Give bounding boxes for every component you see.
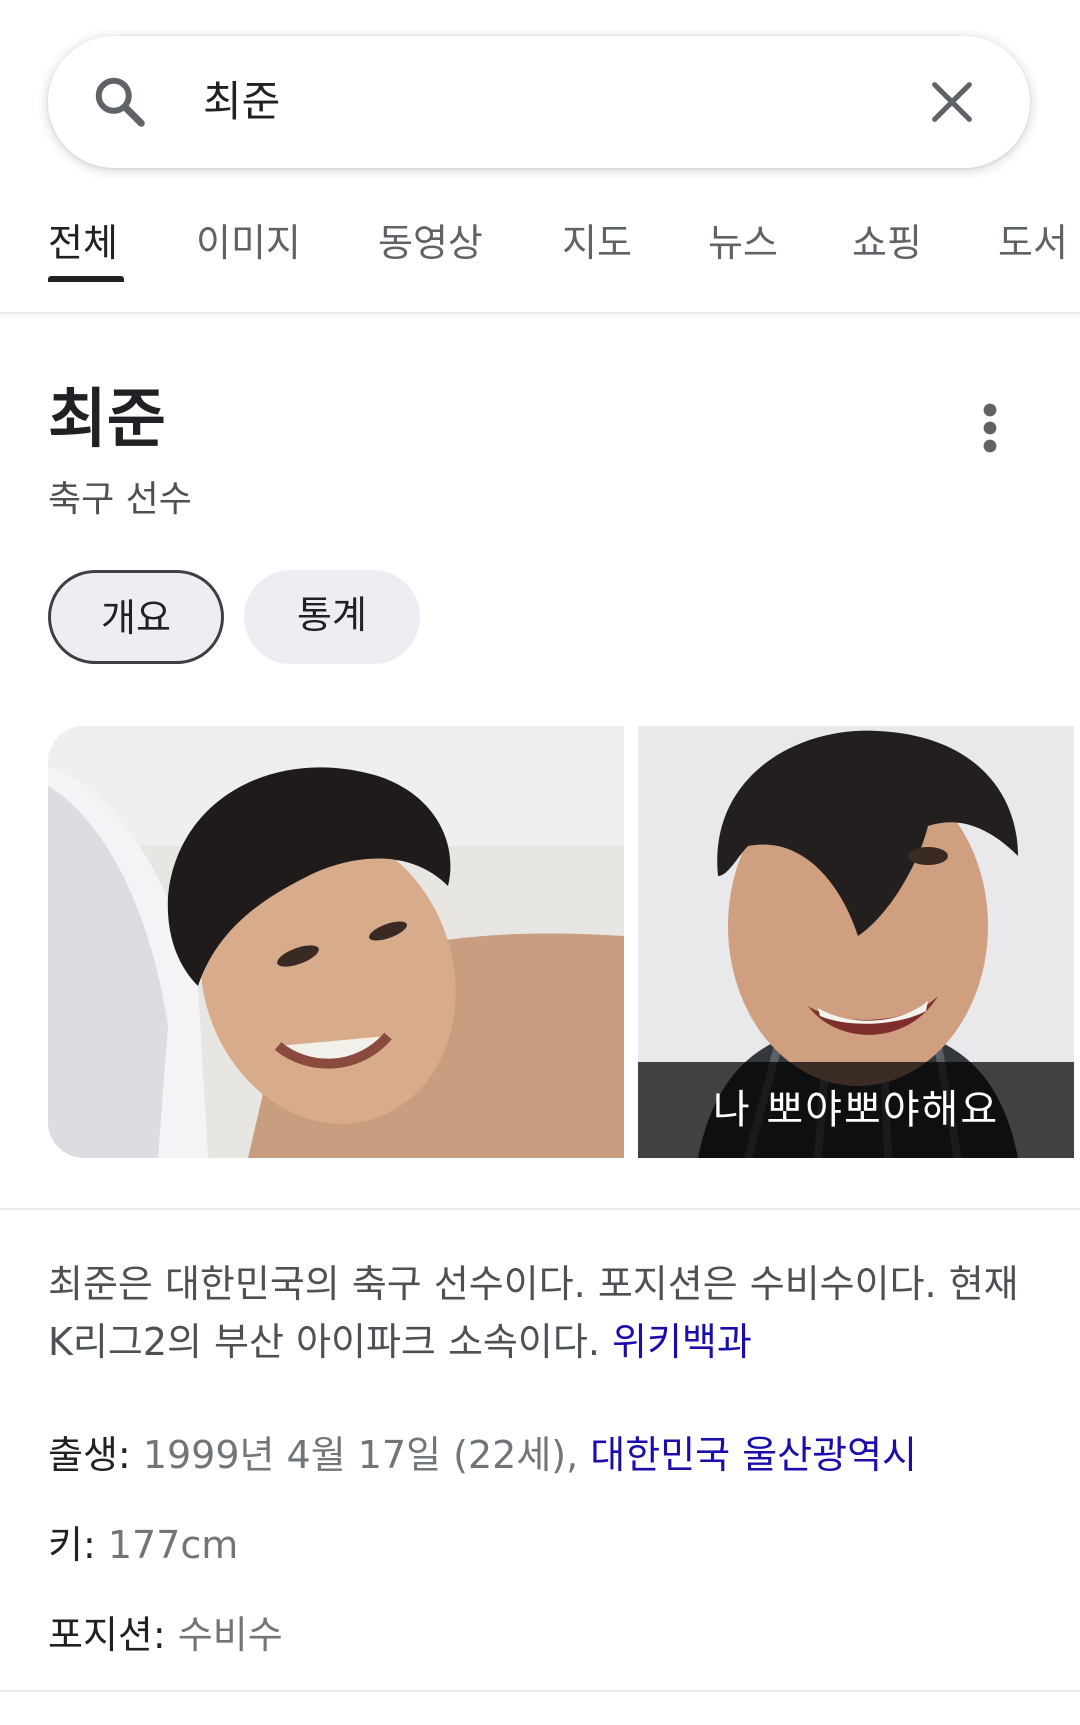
fact-height: 키: 177cm [48,1523,239,1567]
image-caption: 나 뽀야뽀야해요 [638,1062,1074,1158]
chip-stats[interactable]: 통계 [244,570,420,664]
active-tab-indicator [48,276,124,282]
tab-news[interactable]: 뉴스 [708,205,778,281]
entity-description: 최준은 대한민국의 축구 선수이다. 포지션은 수비수이다. 현재 K리그2의 … [48,1255,1038,1371]
fact-height-value: 177cm [107,1523,239,1567]
tab-shopping[interactable]: 쇼핑 [852,205,922,281]
chip-overview[interactable]: 개요 [48,570,224,664]
search-input[interactable]: 최준 [203,74,280,130]
wikipedia-link[interactable]: 위키백과 [612,1320,752,1364]
fact-position: 포지션: 수비수 [48,1613,283,1657]
tabs-divider [0,312,1080,314]
entity-title: 최준 [48,383,166,457]
section-divider-bottom [0,1690,1080,1692]
fact-position-value: 수비수 [177,1613,283,1657]
tab-images[interactable]: 이미지 [196,205,301,281]
description-text: 최준은 대한민국의 축구 선수이다. 포지션은 수비수이다. 현재 K리그2의 … [48,1262,1019,1364]
tab-all[interactable]: 전체 [48,205,118,281]
search-bar[interactable]: 최준 [48,36,1030,168]
fact-birth-label: 출생 [48,1433,118,1477]
entity-photo-1[interactable] [48,726,624,1158]
tab-videos[interactable]: 동영상 [378,205,483,281]
search-icon[interactable] [90,72,150,132]
birthplace-link[interactable]: 대한민국 울산광역시 [590,1433,917,1477]
entity-photo-2[interactable]: 나 뽀야뽀야해요 [638,726,1074,1158]
tab-books[interactable]: 도서 [998,205,1068,281]
close-icon[interactable] [926,76,978,128]
fact-birth-value: 1999년 4월 17일 (22세), [142,1433,591,1477]
entity-subtitle: 축구 선수 [48,479,192,520]
tab-maps[interactable]: 지도 [562,205,632,281]
search-tabs: 전체 이미지 동영상 지도 뉴스 쇼핑 도서 [0,205,1080,315]
fact-birth: 출생: 1999년 4월 17일 (22세), 대한민국 울산광역시 [48,1433,918,1477]
photo-portrait-illustration [48,726,624,1158]
section-divider [0,1208,1080,1210]
more-vert-icon[interactable] [970,400,1010,456]
fact-position-label: 포지션 [48,1613,153,1657]
fact-height-label: 키 [48,1523,83,1567]
